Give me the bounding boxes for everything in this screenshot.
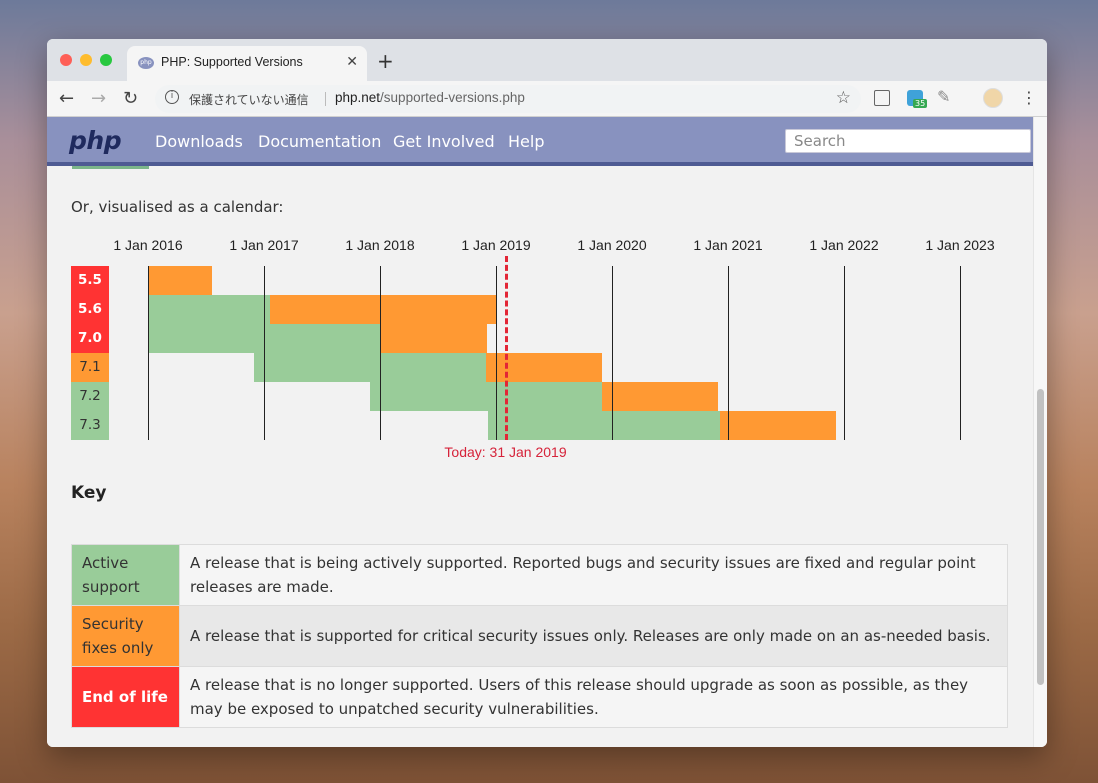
bar-security-7-1 [486,353,603,382]
version-label-7-0: 7.0 [71,324,109,353]
scrollbar-thumb[interactable] [1037,389,1044,685]
key-label-end-of-life: End of life [71,666,180,728]
bar-active-7-1 [254,353,487,382]
menu-kebab-icon[interactable]: ⋮ [1021,88,1037,107]
year-tick-label: 1 Jan 2022 [809,237,879,253]
extension-pin-icon[interactable]: ✎ [937,87,953,106]
url-text[interactable]: php.net/supported-versions.php [335,90,525,105]
year-tick-label: 1 Jan 2020 [577,237,647,253]
forward-arrow-icon[interactable]: → [91,88,106,109]
key-description-end-of-life: A release that is no longer supported. U… [179,666,1008,728]
today-marker-line [504,256,508,440]
bar-active-7-2 [369,382,602,411]
close-window-button[interactable] [60,54,72,66]
year-gridline [380,266,381,440]
url-path: /supported-versions.php [380,90,525,105]
php-logo[interactable]: php [69,126,122,155]
year-tick-label: 1 Jan 2017 [229,237,299,253]
php-header-nav: php Downloads Documentation Get Involved… [47,117,1033,166]
version-label-5-6: 5.6 [71,295,109,324]
active-section-indicator [72,166,149,169]
nav-link-downloads[interactable]: Downloads [155,132,243,151]
bar-active-7-3 [487,411,720,440]
key-description-active-support: A release that is being actively support… [179,544,1008,606]
browser-window: php PHP: Supported Versions ✕ + ← → ↻ i … [47,39,1047,747]
year-gridline [728,266,729,440]
year-gridline [148,266,149,440]
year-tick-label: 1 Jan 2018 [345,237,415,253]
section-tabs-remnant [72,166,972,172]
bar-security-7-0 [380,324,487,353]
year-tick-label: 1 Jan 2023 [925,237,995,253]
url-host: php.net [335,90,381,105]
year-tick-label: 1 Jan 2021 [693,237,763,253]
tab-close-icon[interactable]: ✕ [346,54,358,70]
key-label-security-fixes: Security fixes only [71,605,180,667]
nav-link-help[interactable]: Help [508,132,544,151]
maximize-window-button[interactable] [100,54,112,66]
profile-avatar[interactable] [983,88,1003,108]
bar-security-7-2 [601,382,718,411]
version-label-7-1: 7.1 [71,353,109,382]
key-row-eol: End of life A release that is no longer … [71,666,1008,728]
key-row-active: Active support A release that is being a… [71,544,1008,606]
page-scrollbar[interactable] [1033,117,1047,747]
minimize-window-button[interactable] [80,54,92,66]
reload-icon[interactable]: ↻ [123,88,138,109]
extension-note-icon[interactable] [874,90,890,106]
version-label-5-5: 5.5 [71,266,109,295]
extension-badge: 35 [913,99,928,108]
key-label-active-support: Active support [71,544,180,606]
key-description-security-fixes: A release that is supported for critical… [179,605,1008,667]
browser-toolbar: ← → ↻ i 保護されていない通信 php.net/supported-ver… [47,81,1047,117]
year-gridline [496,266,497,440]
key-row-security: Security fixes only A release that is su… [71,605,1008,667]
support-calendar-chart: 1 Jan 2016 1 Jan 2017 1 Jan 2018 1 Jan 2019… [47,237,1033,467]
info-icon[interactable]: i [165,90,179,104]
key-table: Active support A release that is being a… [71,544,1008,728]
version-label-7-3: 7.3 [71,411,109,440]
security-warning: 保護されていない通信 [189,93,309,107]
year-gridline [960,266,961,440]
year-gridline [612,266,613,440]
year-gridline [844,266,845,440]
address-bar[interactable]: i 保護されていない通信 php.net/supported-versions.… [155,85,861,113]
bar-security-5-6 [269,295,496,324]
bookmark-star-icon[interactable]: ☆ [836,88,851,108]
omnibox-divider [325,92,326,106]
today-label: Today: 31 Jan 2019 [444,444,567,460]
nav-link-documentation[interactable]: Documentation [258,132,381,151]
browser-tab[interactable]: php PHP: Supported Versions ✕ [127,46,367,81]
tab-title: PHP: Supported Versions [161,55,303,69]
search-input[interactable]: Search [785,129,1031,153]
version-label-7-2: 7.2 [71,382,109,411]
back-arrow-icon[interactable]: ← [59,88,74,109]
bar-active-5-6 [148,295,270,324]
php-favicon-icon: php [138,57,154,69]
year-tick-label: 1 Jan 2019 [461,237,531,253]
calendar-intro-text: Or, visualised as a calendar: [71,198,284,216]
tab-strip: php PHP: Supported Versions ✕ + [47,39,1047,81]
year-tick-label: 1 Jan 2016 [113,237,183,253]
bar-security-5-5 [148,266,213,295]
bar-security-7-3 [719,411,836,440]
nav-link-get-involved[interactable]: Get Involved [393,132,495,151]
page-content: php Downloads Documentation Get Involved… [47,117,1033,747]
key-heading: Key [71,483,107,503]
new-tab-button[interactable]: + [377,49,394,73]
year-gridline [264,266,265,440]
